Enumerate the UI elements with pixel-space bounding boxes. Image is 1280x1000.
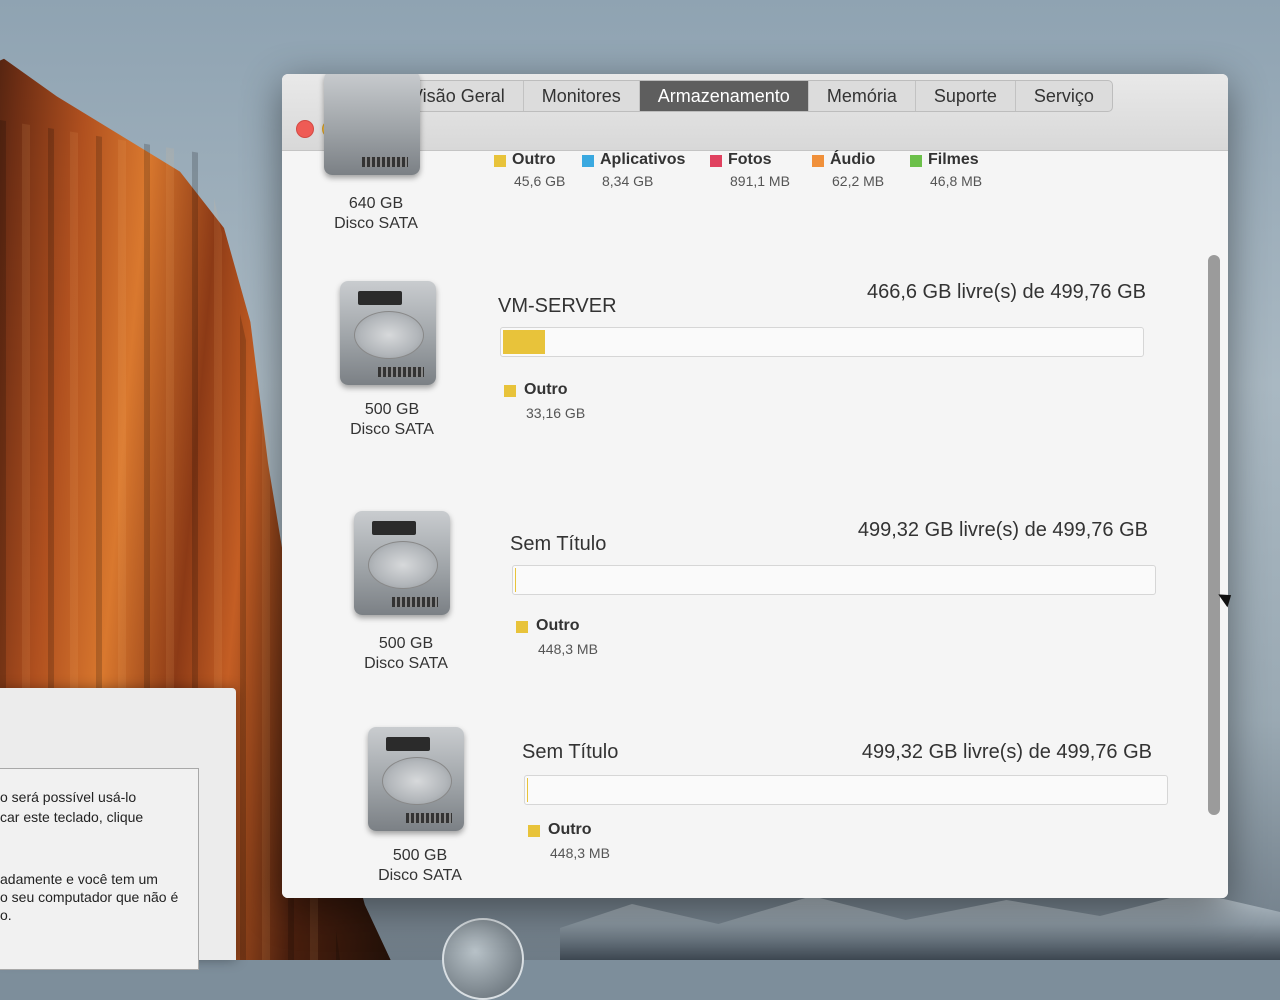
legend-fotos-value: 891,1 MB: [730, 173, 790, 189]
swatch-fotos: [710, 155, 722, 167]
about-this-mac-window: Visão Geral Monitores Armazenamento Memó…: [282, 74, 1228, 898]
keyboard-setup-dialog: o será possível usá-lo car este teclado,…: [0, 688, 236, 970]
volume-name: Sem Título: [510, 533, 607, 555]
legend-outro-value: 448,3 MB: [538, 641, 598, 657]
legend-fotos: Fotos: [728, 151, 772, 168]
dock-app-icon[interactable]: [442, 918, 524, 1000]
storage-bar: [512, 565, 1156, 595]
tab-storage[interactable]: Armazenamento: [639, 81, 809, 111]
disk-type: Disco SATA: [378, 867, 462, 884]
dialog-text-line-2: car este teclado, clique: [0, 809, 144, 825]
disk-type: Disco SATA: [350, 421, 434, 438]
volume-free-space: 499,32 GB livre(s) de 499,76 GB: [861, 741, 1152, 763]
disk-size: 500 GB: [378, 635, 434, 652]
disk-type: Disco SATA: [334, 215, 418, 232]
storage-bar: [500, 327, 1144, 357]
hard-disk-icon: [324, 74, 420, 175]
swatch-audio: [812, 155, 824, 167]
legend-audio-value: 62,2 MB: [832, 173, 885, 189]
legend-filmes-value: 46,8 MB: [930, 173, 983, 189]
disk-type: Disco SATA: [364, 655, 448, 672]
tab-displays[interactable]: Monitores: [524, 81, 640, 111]
hard-disk-icon: [368, 727, 464, 831]
dialog-text-line-1: o será possível usá-lo: [0, 789, 137, 805]
swatch-outro: [504, 385, 516, 397]
legend-outro: Outro: [536, 617, 580, 634]
storage-bar-outro: [527, 778, 528, 802]
dialog-text-line-3: adamente e você tem um: [0, 871, 158, 887]
legend-audio: Áudio: [830, 151, 876, 168]
legend-filmes: Filmes: [928, 151, 979, 168]
swatch-filmes: [910, 155, 922, 167]
tab-bar: Visão Geral Monitores Armazenamento Memó…: [392, 80, 1113, 112]
vertical-scrollbar[interactable]: [1208, 255, 1220, 815]
legend-outro: Outro: [512, 151, 556, 168]
storage-bar-outro: [503, 330, 545, 354]
legend-outro-value: 448,3 MB: [550, 845, 610, 861]
tab-support[interactable]: Suporte: [916, 81, 1016, 111]
legend-outro-value: 45,6 GB: [514, 173, 566, 189]
tab-service[interactable]: Serviço: [1016, 81, 1112, 111]
disk-size: 500 GB: [364, 401, 420, 418]
swatch-outro: [516, 621, 528, 633]
volume-name: VM-SERVER: [498, 295, 617, 317]
swatch-outro: [528, 825, 540, 837]
tab-memory[interactable]: Memória: [809, 81, 916, 111]
legend-outro: Outro: [524, 381, 568, 398]
disk-size: 500 GB: [392, 847, 448, 864]
dialog-text-line-5: o.: [0, 907, 12, 923]
legend-aplicativos-value: 8,34 GB: [602, 173, 654, 189]
legend-outro-value: 33,16 GB: [526, 405, 586, 421]
storage-bar-outro: [515, 568, 516, 592]
storage-bar: [524, 775, 1168, 805]
disk-size: 640 GB: [348, 195, 404, 212]
volume-free-space: 466,6 GB livre(s) de 499,76 GB: [866, 281, 1146, 303]
volume-name: Sem Título: [522, 741, 619, 763]
volume-free-space: 499,32 GB livre(s) de 499,76 GB: [857, 519, 1148, 541]
close-button[interactable]: [296, 120, 314, 138]
window-titlebar: Visão Geral Monitores Armazenamento Memó…: [282, 74, 1228, 151]
swatch-outro: [494, 155, 506, 167]
dialog-text-line-4: o seu computador que não é: [0, 889, 179, 905]
hard-disk-icon: [340, 281, 436, 385]
hard-disk-icon: [354, 511, 450, 615]
storage-content: 640 GB Disco SATA Outro 45,6 GB Aplicati…: [282, 74, 1228, 898]
legend-aplicativos: Aplicativos: [600, 151, 686, 168]
swatch-aplicativos: [582, 155, 594, 167]
legend-outro: Outro: [548, 821, 592, 838]
